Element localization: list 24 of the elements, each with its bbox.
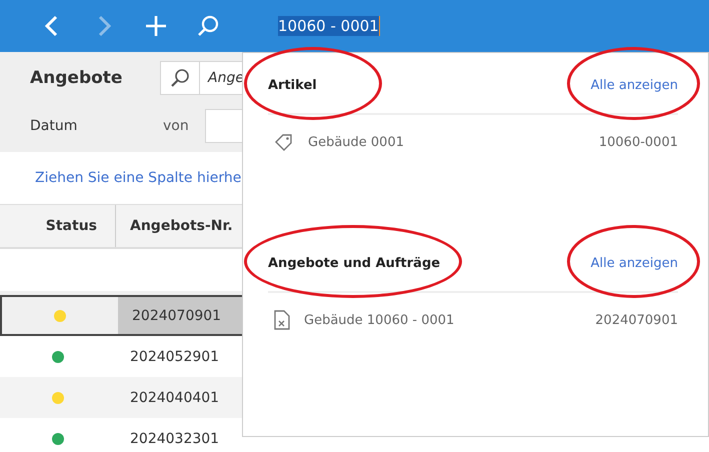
show-all-link[interactable]: Alle anzeigen	[590, 256, 678, 270]
forward-icon	[96, 15, 112, 37]
search-icon	[197, 15, 219, 37]
plus-icon	[145, 15, 167, 37]
document-icon	[274, 310, 290, 330]
result-code: 10060-0001	[598, 134, 678, 150]
table-cell-text: 2024032301	[129, 430, 220, 448]
table-cell-text: 2024040401	[129, 388, 220, 408]
group-hint: Ziehen Sie eine Spalte hierhe	[34, 169, 242, 188]
show-all-link[interactable]: Alle anzeigen	[590, 78, 678, 92]
section-title: Artikel	[268, 78, 317, 92]
page-title: Angebote	[30, 68, 124, 88]
section-title: Angebote und Aufträge	[268, 256, 440, 270]
back-icon	[44, 15, 60, 37]
column-header[interactable]: Status	[0, 205, 116, 247]
date-label: Datum	[30, 118, 78, 134]
result-code: 2024070901	[595, 312, 678, 328]
table-cell-text: 2024052901	[129, 348, 220, 366]
tag-icon	[274, 133, 294, 151]
global-search-field[interactable]: 10060 - 0001	[278, 16, 380, 36]
result-name: Gebäude 0001	[308, 134, 405, 150]
result-item[interactable]: Gebäude 0001 10060-0001	[268, 115, 678, 169]
from-label: von	[163, 118, 190, 134]
table-row[interactable]: 2024032301	[0, 418, 709, 452]
